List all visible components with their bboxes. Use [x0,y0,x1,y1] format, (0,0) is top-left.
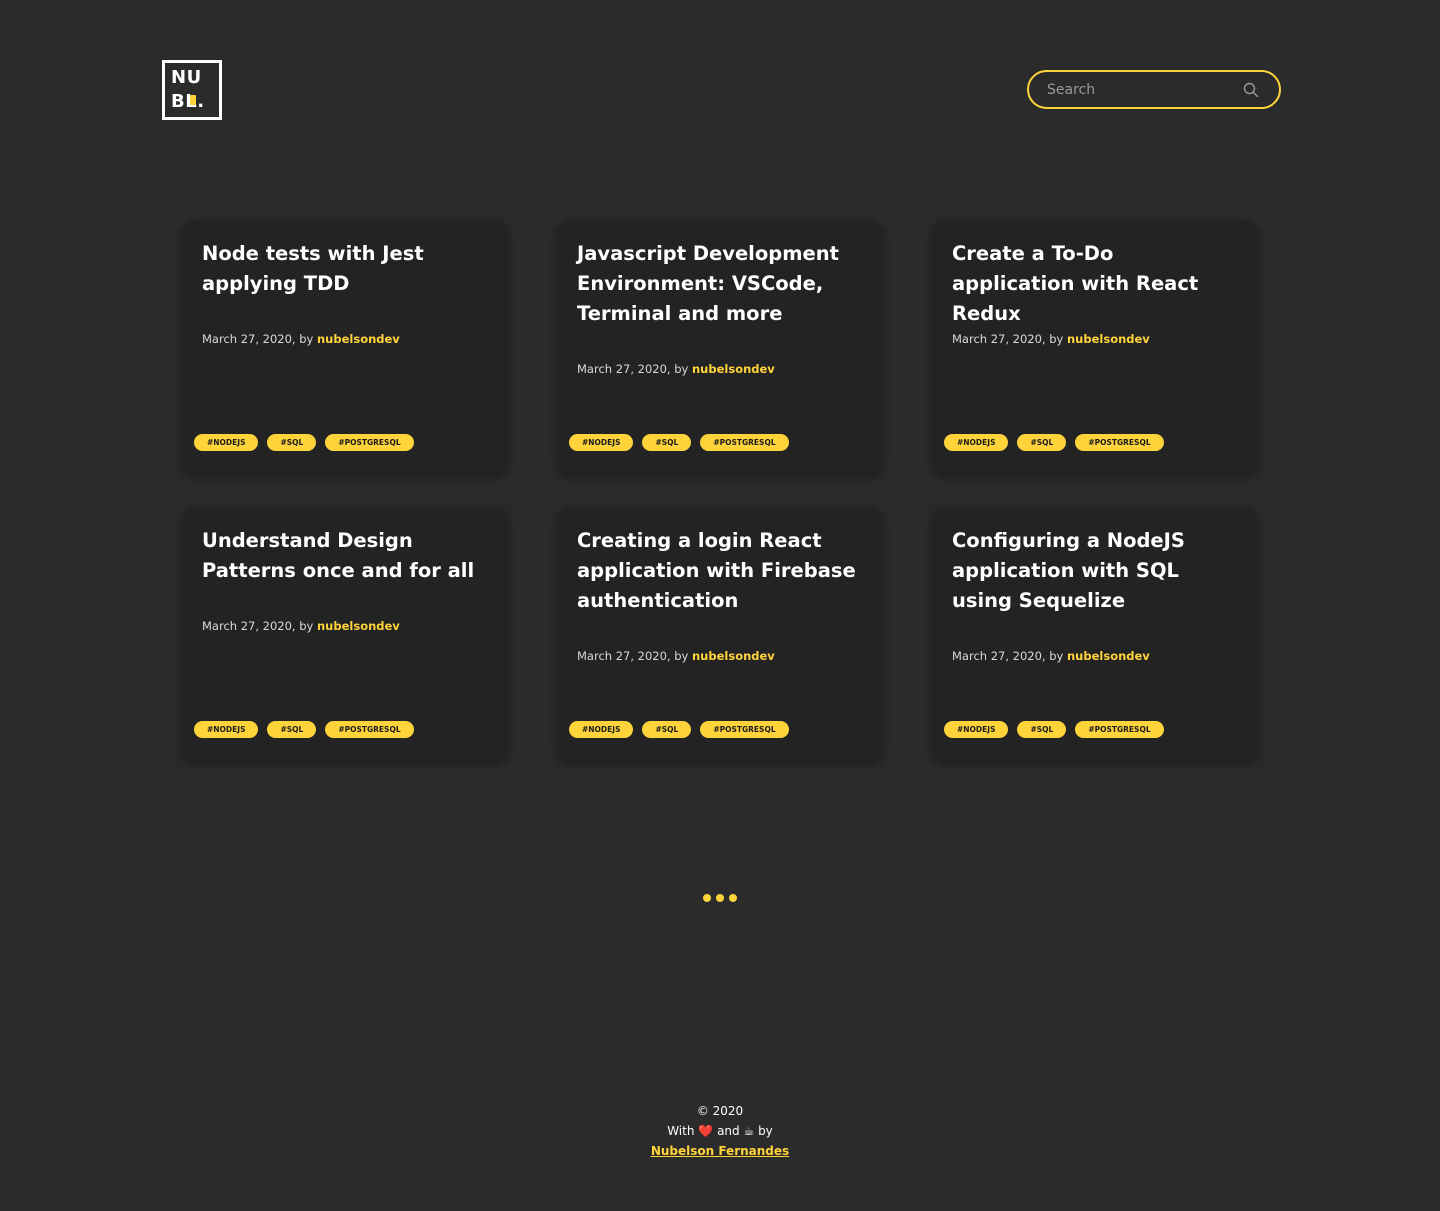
tag-postgresql[interactable]: #POSTGRESQL [1075,434,1164,451]
post-tags: #NODEJS #SQL #POSTGRESQL [944,434,1173,452]
footer-copyright: © 2020 [696,1104,744,1118]
post-date: March 27, 2020, by [577,649,689,663]
post-meta: March 27, 2020, by nubelsondev [577,361,775,377]
post-title[interactable]: Javascript Development Environment: VSCo… [577,239,867,329]
tag-nodejs[interactable]: #NODEJS [569,721,634,738]
logo-accent-icon [190,95,196,105]
post-tags: #NODEJS #SQL #POSTGRESQL [569,721,798,739]
post-author-link[interactable]: nubelsondev [317,619,400,633]
tag-sql[interactable]: #SQL [642,434,692,451]
footer: © 2020 With ❤️ and ☕ by Nubelson Fernand… [520,1101,920,1161]
header: NU BL. [162,60,1281,120]
footer-by: by [758,1124,773,1138]
post-title[interactable]: Understand Design Patterns once and for … [202,526,492,586]
post-date: March 27, 2020, by [952,649,1064,663]
loader-dot [703,894,711,902]
post-tags: #NODEJS #SQL #POSTGRESQL [569,434,798,452]
loading-dots-icon [703,894,739,904]
post-author-link[interactable]: nubelsondev [1067,649,1150,663]
post-date: March 27, 2020, by [577,362,689,376]
post-card[interactable]: Configuring a NodeJS application with SQ… [932,507,1258,760]
post-meta: March 27, 2020, by nubelsondev [202,618,400,634]
post-author-link[interactable]: nubelsondev [1067,332,1150,346]
tag-nodejs[interactable]: #NODEJS [194,721,259,738]
post-title[interactable]: Creating a login React application with … [577,526,867,616]
post-meta: March 27, 2020, by nubelsondev [952,648,1150,664]
search-icon[interactable] [1243,82,1259,98]
footer-credits: With ❤️ and ☕ by [520,1121,920,1141]
post-card[interactable]: Create a To-Do application with React Re… [932,220,1258,473]
footer-author-link[interactable]: Nubelson Fernandes [651,1144,789,1158]
post-meta: March 27, 2020, by nubelsondev [577,648,775,664]
footer-with: With [667,1124,695,1138]
tag-nodejs[interactable]: #NODEJS [944,434,1009,451]
loader-dot [729,894,737,902]
post-tags: #NODEJS #SQL #POSTGRESQL [194,434,423,452]
tag-sql[interactable]: #SQL [267,721,317,738]
logo-line-2: BL. [171,91,205,112]
post-meta: March 27, 2020, by nubelsondev [952,331,1150,347]
post-card[interactable]: Node tests with Jest applying TDD March … [182,220,508,473]
post-tags: #NODEJS #SQL #POSTGRESQL [194,721,423,739]
tag-nodejs[interactable]: #NODEJS [194,434,259,451]
footer-and: and [717,1124,740,1138]
post-card[interactable]: Creating a login React application with … [557,507,883,760]
logo[interactable]: NU BL. [162,60,222,120]
logo-line-1: NU [171,67,202,88]
post-meta: March 27, 2020, by nubelsondev [202,331,400,347]
tag-sql[interactable]: #SQL [1017,434,1067,451]
post-title[interactable]: Node tests with Jest applying TDD [202,239,492,299]
post-tags: #NODEJS #SQL #POSTGRESQL [944,721,1173,739]
tag-postgresql[interactable]: #POSTGRESQL [700,434,789,451]
tag-nodejs[interactable]: #NODEJS [569,434,634,451]
heart-icon: ❤️ [698,1124,714,1138]
post-author-link[interactable]: nubelsondev [317,332,400,346]
post-date: March 27, 2020, by [202,619,314,633]
tag-nodejs[interactable]: #NODEJS [944,721,1009,738]
loader-dot [716,894,724,902]
tag-postgresql[interactable]: #POSTGRESQL [700,721,789,738]
search-box[interactable] [1027,70,1281,109]
tag-sql[interactable]: #SQL [267,434,317,451]
post-card[interactable]: Javascript Development Environment: VSCo… [557,220,883,473]
post-author-link[interactable]: nubelsondev [692,362,775,376]
post-date: March 27, 2020, by [952,332,1064,346]
tag-postgresql[interactable]: #POSTGRESQL [325,434,414,451]
post-author-link[interactable]: nubelsondev [692,649,775,663]
post-card[interactable]: Understand Design Patterns once and for … [182,507,508,760]
post-date: March 27, 2020, by [202,332,314,346]
post-title[interactable]: Configuring a NodeJS application with SQ… [952,526,1242,616]
tag-sql[interactable]: #SQL [642,721,692,738]
coffee-icon: ☕ [743,1124,755,1138]
tag-postgresql[interactable]: #POSTGRESQL [1075,721,1164,738]
tag-sql[interactable]: #SQL [1017,721,1067,738]
tag-postgresql[interactable]: #POSTGRESQL [325,721,414,738]
search-input[interactable] [1047,72,1237,107]
post-title[interactable]: Create a To-Do application with React Re… [952,239,1242,329]
